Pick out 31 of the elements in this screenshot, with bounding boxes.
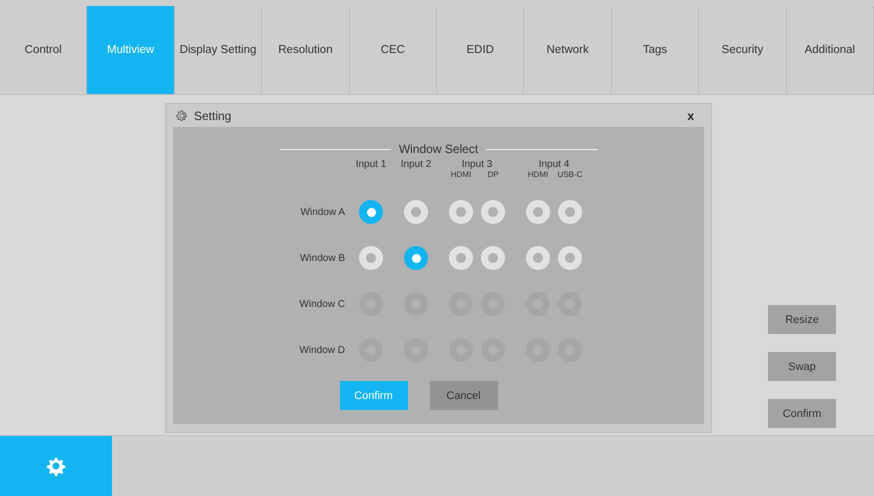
settings-button[interactable] [0, 436, 112, 496]
radio-button[interactable] [359, 200, 383, 224]
action-button[interactable]: Resize [768, 305, 836, 334]
row-label: Window C [299, 298, 345, 310]
dialog-title: Setting [194, 108, 232, 122]
column-subheader: HDMI [450, 170, 472, 179]
row-label: Window D [299, 344, 345, 356]
cancel-button[interactable]: Cancel [430, 381, 498, 410]
settings-icon [175, 108, 189, 122]
action-button[interactable]: Confirm [768, 399, 836, 428]
nav-tab[interactable]: Additional [786, 6, 874, 94]
radio-button[interactable] [404, 246, 428, 270]
nav-tab[interactable]: Network [524, 6, 612, 94]
column-header: Input 1 [356, 159, 386, 170]
action-button[interactable]: Swap [768, 352, 836, 381]
nav-tab[interactable]: Security [699, 6, 787, 94]
section-title: Window Select [398, 142, 478, 156]
nav-tab[interactable]: Resolution [262, 6, 350, 94]
column-subheader: DP [486, 170, 500, 179]
column-header: Input 2 [400, 159, 432, 170]
column-header: Input 4 [538, 159, 570, 170]
column-subheader: USB-C [556, 170, 584, 179]
column-subheader: HDMI [526, 170, 550, 179]
row-label: Window B [300, 252, 345, 264]
row-label: Window A [300, 206, 345, 218]
nav-tab[interactable]: EDID [437, 6, 524, 94]
nav-tab[interactable]: CEC [350, 6, 438, 94]
close-button[interactable]: x [687, 108, 694, 122]
nav-tab[interactable]: Display Setting [174, 6, 262, 94]
nav-tab[interactable]: Tags [612, 6, 700, 94]
column-header: Input 3 [462, 159, 492, 170]
